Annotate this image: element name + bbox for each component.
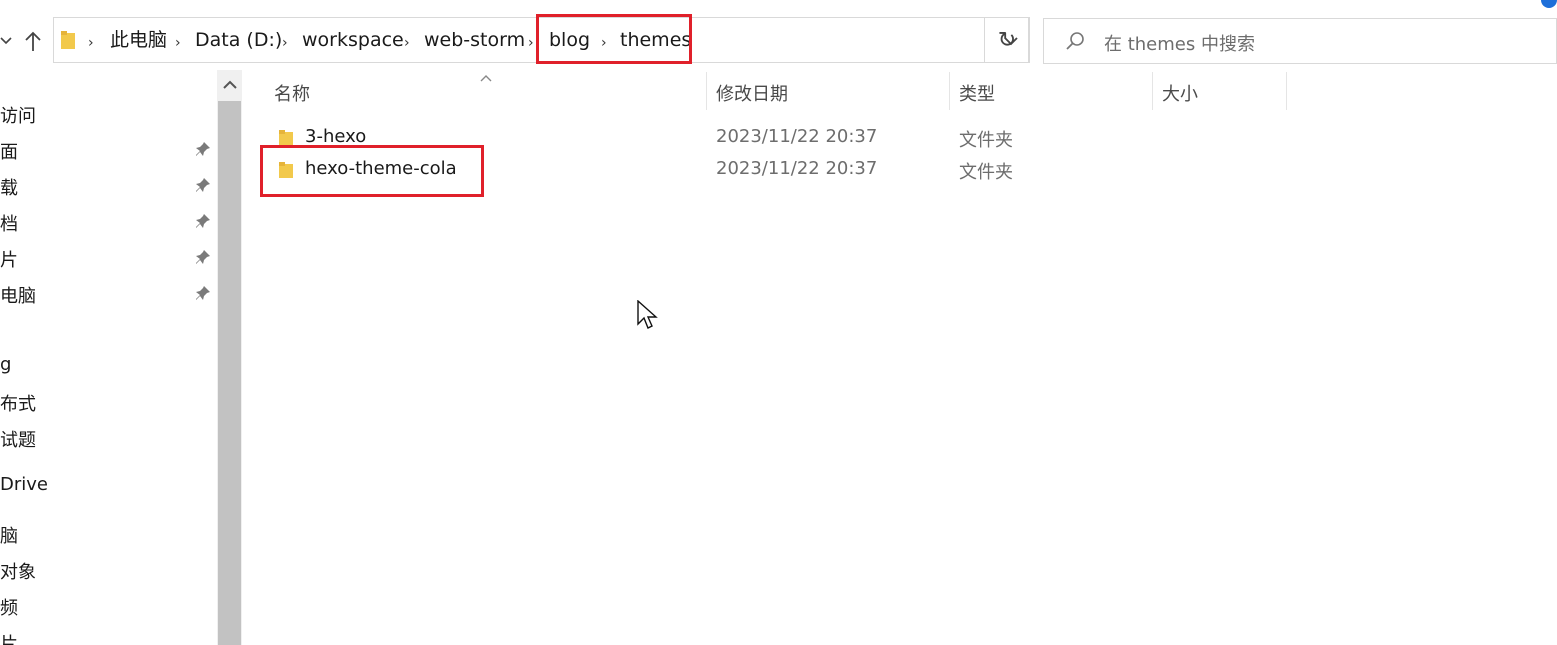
nav-item-videos[interactable]: 频 [0,594,18,620]
nav-item-pictures[interactable]: 片 [0,246,18,272]
chevron-right-icon[interactable]: › [175,31,181,55]
nav-pane-scrollbar[interactable] [217,70,242,645]
column-header-name[interactable]: 名称 [274,80,310,106]
ribbon-remnant [0,0,1557,12]
chevron-right-icon[interactable]: › [282,31,288,55]
nav-item-3d-objects[interactable]: 对象 [0,558,36,584]
nav-item-desktop[interactable]: 面 [0,138,18,164]
nav-item-onedrive[interactable]: Drive [0,474,48,495]
pin-icon [195,285,211,301]
recent-locations-chevron-icon[interactable] [0,33,12,49]
search-input[interactable]: 在 themes 中搜索 [1043,18,1557,64]
nav-item-pictures-2[interactable]: 片 [0,630,18,645]
sort-ascending-icon [479,68,493,82]
mouse-cursor-icon [637,299,659,330]
nav-item-downloads[interactable]: 载 [0,174,18,200]
search-icon [1064,30,1086,52]
refresh-button[interactable]: ↻ [984,17,1030,63]
nav-item-distributed[interactable]: 布式 [0,390,36,416]
file-name[interactable]: 3-hexo [305,126,366,147]
chevron-right-icon[interactable]: › [404,31,410,55]
nav-item-quick-access[interactable]: 访问 [0,102,36,128]
pin-icon [195,249,211,265]
column-divider[interactable] [706,72,707,110]
nav-item-this-pc[interactable]: 脑 [0,522,18,548]
folder-icon [60,30,76,50]
file-date: 2023/11/22 20:37 [716,126,878,147]
file-explorer-window: › 此电脑 › Data (D:) › workspace › web-stor… [0,0,1557,645]
highlight-box-file [260,145,484,197]
chevron-right-icon[interactable]: › [528,31,534,55]
column-header-size[interactable]: 大小 [1162,80,1198,106]
nav-item-exam[interactable]: 试题 [0,426,36,452]
column-divider[interactable] [1286,72,1287,110]
nav-item-documents[interactable]: 档 [0,210,18,236]
help-icon[interactable] [1541,0,1557,8]
column-header-type[interactable]: 类型 [959,80,995,106]
file-type: 文件夹 [959,162,1013,183]
chevron-right-icon[interactable]: › [88,31,94,55]
pin-icon [195,177,211,193]
column-divider[interactable] [1152,72,1153,110]
highlight-box-address [536,14,692,64]
up-arrow-icon[interactable] [22,28,44,54]
breadcrumb-data-drive[interactable]: Data (D:) [195,28,282,52]
scroll-up-icon[interactable] [217,70,242,100]
nav-item-blog[interactable]: g [0,354,11,375]
breadcrumb-web-storm[interactable]: web-storm [424,28,525,52]
pin-icon [195,213,211,229]
scrollbar-thumb[interactable] [218,101,241,645]
nav-item-this-pc-pinned[interactable]: 电脑 [0,282,36,308]
file-type: 文件夹 [959,130,1013,151]
column-header-date[interactable]: 修改日期 [716,80,788,106]
pin-icon [195,141,211,157]
breadcrumb-workspace[interactable]: workspace [302,28,404,52]
breadcrumb-this-pc[interactable]: 此电脑 [110,28,167,52]
refresh-icon: ↻ [997,27,1017,53]
file-date: 2023/11/22 20:37 [716,158,878,179]
search-placeholder: 在 themes 中搜索 [1104,34,1255,55]
column-divider[interactable] [949,72,950,110]
navigation-pane: 访问 面 载 档 片 电脑 g 布式 试题 Drive 脑 对象 频 片 [0,70,216,645]
